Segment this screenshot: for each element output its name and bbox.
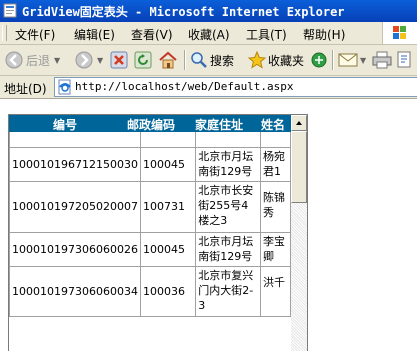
table-cell: 100045 [139, 147, 197, 182]
back-arrow-icon [5, 51, 23, 69]
address-url: http://localhost/web/Default.aspx [75, 80, 294, 93]
table-cell: 北京市月坛南街129号 [195, 232, 261, 267]
menu-view[interactable]: 查看(V) [131, 26, 173, 43]
back-dropdown-icon[interactable]: ▼ [54, 56, 60, 65]
scroll-up-button[interactable] [291, 115, 307, 131]
scroll-track[interactable] [291, 203, 307, 351]
table-cell: 100731 [139, 181, 197, 233]
print-button[interactable] [372, 49, 392, 71]
menu-edit[interactable]: 编辑(E) [74, 26, 115, 43]
table-cell: 北京市复兴门内大街2-3 [195, 266, 261, 317]
address-bar: 地址(D) http://localhost/web/Default.aspx [0, 76, 417, 99]
column-header-id: 编号 [53, 118, 78, 132]
menu-tools[interactable]: 工具(T) [246, 26, 287, 43]
back-button[interactable]: 后退 ▼ [4, 49, 60, 71]
table-row: 100010196712150030 100045 北京市月坛南街129号 杨宛… [9, 147, 291, 182]
column-header-address: 家庭住址 [195, 118, 244, 132]
mail-button[interactable]: ▼ [338, 49, 366, 71]
table-cell: 杨宛君1 [259, 147, 291, 182]
windows-flag-icon [393, 26, 406, 39]
mail-icon [338, 53, 358, 67]
edit-document-icon [397, 51, 411, 68]
search-label: 搜索 [210, 53, 235, 68]
fixed-table-header: 编号 邮政编码 家庭住址 姓名 [9, 115, 291, 132]
back-label: 后退 [26, 53, 51, 68]
media-button[interactable] [310, 49, 328, 71]
menu-grip [2, 25, 7, 41]
toolbar: 后退 ▼ ▼ 搜索 收藏夹 ▼ [0, 45, 417, 76]
menu-bar: 文件(F) 编辑(E) 查看(V) 收藏(A) 工具(T) 帮助(H) [0, 22, 417, 45]
window-title: GridView固定表头 - Microsoft Internet Explor… [22, 5, 345, 19]
ie-page-icon [58, 79, 71, 95]
favorites-star-icon [248, 51, 266, 69]
table-cell: 100010196712150030 [9, 147, 141, 182]
home-button[interactable] [158, 49, 178, 71]
windows-logo [382, 22, 417, 44]
ie-page-icon [3, 3, 17, 18]
grid-viewport: 100010196710100040 100031 西城区南大街5号 小平 10… [9, 115, 291, 351]
vertical-scrollbar[interactable] [291, 115, 307, 351]
scroll-up-arrow-icon [296, 121, 302, 125]
page-content: 100010196710100040 100031 西城区南大街5号 小平 10… [0, 99, 417, 351]
table-cell: 100045 [139, 232, 197, 267]
refresh-button[interactable] [134, 49, 152, 71]
data-table: 100010196710100040 100031 西城区南大街5号 小平 10… [9, 115, 291, 317]
table-cell: 北京市月坛南街129号 [195, 147, 261, 182]
toolbar-separator [184, 50, 186, 70]
title-bar: GridView固定表头 - Microsoft Internet Explor… [0, 0, 417, 22]
forward-dropdown-icon[interactable]: ▼ [97, 56, 103, 65]
stop-button[interactable] [110, 49, 128, 71]
column-header-postcode: 邮政编码 [127, 118, 176, 132]
scroll-thumb[interactable] [291, 131, 307, 203]
refresh-icon [134, 51, 152, 69]
table-cell: 100010197205020007 [9, 181, 141, 233]
gridview-container: 100010196710100040 100031 西城区南大街5号 小平 10… [8, 114, 308, 351]
address-input[interactable]: http://localhost/web/Default.aspx [54, 77, 417, 97]
table-row: 100010197205020007 100731 北京市长安街255号4楼之3… [9, 181, 291, 233]
menu-favorites[interactable]: 收藏(A) [188, 26, 230, 43]
table-cell: 洪千 [259, 266, 291, 317]
media-icon [311, 52, 327, 68]
forward-button[interactable]: ▼ [74, 49, 103, 71]
search-icon [191, 52, 207, 68]
mail-dropdown-icon[interactable]: ▼ [360, 56, 366, 65]
home-icon [159, 51, 177, 69]
table-row: 100010197306060026 100045 北京市月坛南街129号 李宝… [9, 232, 291, 267]
table-cell: 李宝卿 [259, 232, 291, 267]
menu-help[interactable]: 帮助(H) [303, 26, 345, 43]
table-cell: 100010197306060034 [9, 266, 141, 317]
toolbar-separator-2 [332, 50, 334, 70]
table-cell: 北京市长安街255号4楼之3 [195, 181, 261, 233]
column-header-name: 姓名 [261, 118, 286, 132]
search-button[interactable]: 搜索 [190, 49, 234, 71]
edit-button[interactable] [396, 49, 414, 71]
menu-file[interactable]: 文件(F) [15, 26, 55, 43]
favorites-label: 收藏夹 [268, 53, 305, 68]
stop-icon [110, 51, 128, 69]
table-row: 100010197306060034 100036 北京市复兴门内大街2-3 洪… [9, 266, 291, 317]
table-cell: 100010197306060026 [9, 232, 141, 267]
forward-arrow-icon [75, 51, 93, 69]
table-cell: 100036 [139, 266, 197, 317]
print-icon [372, 51, 392, 69]
favorites-button[interactable]: 收藏夹 [248, 49, 304, 71]
address-label: 地址(D) [4, 82, 47, 96]
table-cell: 陈锦秀 [259, 181, 291, 233]
